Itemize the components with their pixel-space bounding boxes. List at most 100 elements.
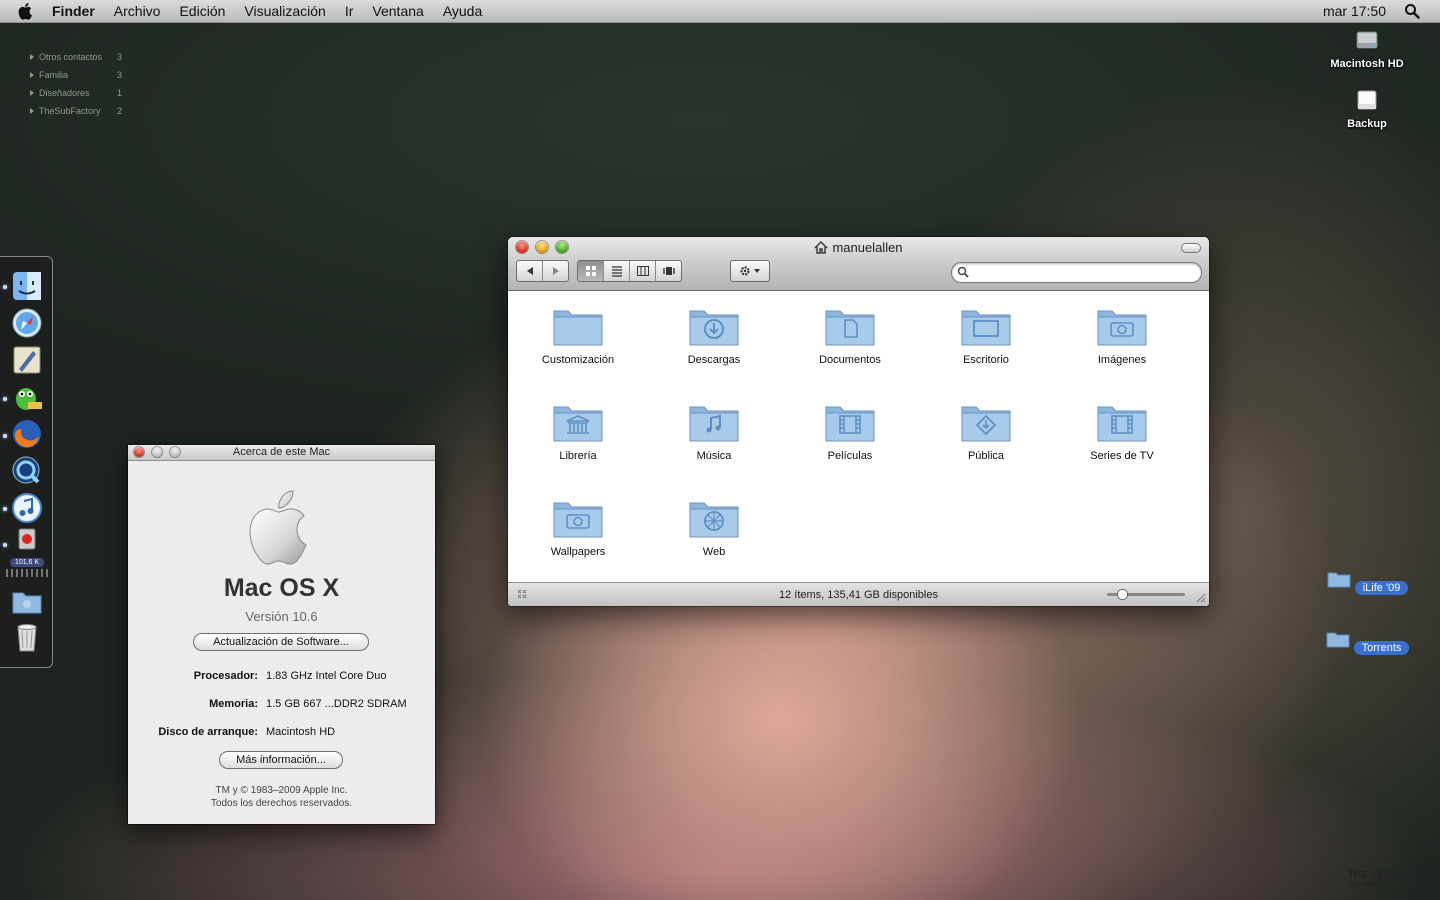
folder-icon [1327, 572, 1351, 588]
running-indicator [3, 434, 7, 438]
apple-menu-icon[interactable] [18, 2, 38, 20]
contact-group[interactable]: Otros contactos 3 [30, 48, 127, 66]
menu-ventana[interactable]: Ventana [372, 3, 423, 19]
copyright: TM y © 1983–2009 Apple Inc. Todos los de… [210, 785, 353, 809]
disclosure-arrow-icon [30, 90, 34, 96]
status-text: 12 ítems, 135,41 GB disponibles [779, 588, 938, 601]
finder-icon[interactable] [10, 269, 44, 303]
menu-edicion[interactable]: Edición [179, 3, 225, 19]
menu-ir[interactable]: Ir [345, 3, 354, 19]
toolbar-toggle-button[interactable] [1181, 243, 1201, 253]
external-drive-icon [1357, 90, 1377, 110]
folder-icon [553, 310, 603, 346]
finder-toolbar: manuelallen [508, 237, 1209, 291]
folder-item[interactable]: Wallpapers [510, 495, 646, 558]
coverflow-icon [662, 267, 675, 275]
apple-logo-icon [249, 490, 307, 565]
contact-group[interactable]: Diseñadores 1 [30, 84, 127, 102]
folder-item[interactable]: Series de TV [1054, 399, 1190, 462]
search-field[interactable] [951, 262, 1202, 283]
icon-view-button[interactable] [578, 261, 604, 281]
folder-icon [961, 310, 1011, 346]
safari-icon[interactable] [10, 306, 44, 340]
folder-icon [553, 406, 603, 442]
coverflow-view-button[interactable] [656, 261, 681, 281]
dock: 101,6 K [0, 256, 53, 668]
list-view-icon [611, 266, 622, 277]
folder-item[interactable]: Pública [918, 399, 1054, 462]
finder-content: Customización Descargas Documentos Escritor… [508, 291, 1209, 581]
contacts-widget: Otros contactos 3 Familia 3 Diseñadores 1 T… [30, 48, 127, 120]
transmission-icon[interactable]: 101,6 K [10, 527, 44, 567]
folder-icon [825, 406, 875, 442]
zoom-button[interactable] [170, 447, 180, 457]
disclosure-arrow-icon [30, 108, 34, 114]
software-update-button[interactable]: Actualización de Software... [193, 633, 369, 651]
running-indicator [3, 397, 7, 401]
column-view-button[interactable] [630, 261, 656, 281]
folder-item[interactable]: Música [646, 399, 782, 462]
menubar-clock[interactable]: mar 17:50 [1323, 3, 1386, 19]
desktop-ilife-folder[interactable]: iLife '09 [1317, 569, 1417, 595]
folder-item[interactable]: Imágenes [1054, 303, 1190, 366]
folder-item[interactable]: Documentos [782, 303, 918, 366]
search-input[interactable] [974, 264, 1198, 281]
desktop-backup[interactable]: Backup [1317, 87, 1417, 130]
trash-icon[interactable] [10, 620, 44, 654]
desktop-macintosh-hd[interactable]: Macintosh HD [1317, 27, 1417, 70]
processor-row: Procesador: 1.83 GHz Intel Core Duo [193, 670, 387, 682]
contact-group[interactable]: TheSubFactory 2 [30, 102, 127, 120]
folder-icon [689, 502, 739, 538]
quicktime-icon[interactable] [10, 454, 44, 488]
forward-button[interactable] [543, 261, 568, 281]
folder-item[interactable]: Librería [510, 399, 646, 462]
adium-icon[interactable] [10, 380, 44, 414]
action-menu-button[interactable] [730, 260, 770, 282]
menu-finder[interactable]: Finder [52, 3, 95, 19]
mail-icon[interactable] [10, 343, 44, 377]
firefox-icon[interactable] [10, 417, 44, 451]
menu-archivo[interactable]: Archivo [114, 3, 161, 19]
folder-item[interactable]: Descargas [646, 303, 782, 366]
folder-item[interactable]: Web [646, 495, 782, 558]
view-mode-control [577, 260, 682, 282]
spotlight-icon[interactable] [1404, 3, 1420, 19]
running-indicator [3, 543, 7, 547]
folder-icon [961, 406, 1011, 442]
more-info-button[interactable]: Más información... [219, 751, 343, 769]
folder-icon [689, 406, 739, 442]
itunes-icon[interactable] [10, 491, 44, 525]
folder-item[interactable]: Escritorio [918, 303, 1054, 366]
folder-icon [825, 310, 875, 346]
column-view-icon [636, 266, 649, 276]
icon-size-slider-knob[interactable] [1117, 589, 1128, 600]
running-indicator [3, 507, 7, 511]
about-titlebar: Acerca de este Mac [128, 445, 435, 461]
sidebar-toggle-icon[interactable] [516, 588, 528, 600]
folder-stack-icon[interactable] [10, 584, 44, 618]
os-version: Versión 10.6 [245, 609, 318, 624]
hard-drive-icon [1356, 31, 1378, 49]
desktop-torrents-folder[interactable]: Torrents [1317, 629, 1417, 655]
folder-icon [1097, 406, 1147, 442]
window-controls [134, 447, 188, 457]
back-arrow-icon [526, 267, 533, 275]
close-button[interactable] [134, 447, 144, 457]
folder-icon [1326, 632, 1350, 648]
back-button[interactable] [517, 261, 543, 281]
list-view-button[interactable] [604, 261, 630, 281]
folder-item[interactable]: Customización [510, 303, 646, 366]
os-name: Mac OS X [223, 574, 340, 602]
about-this-mac-window[interactable]: Acerca de este Mac Mac OS X Versión 10.6… [128, 445, 435, 824]
finder-window[interactable]: manuelallen Customización Descargas Docume… [508, 237, 1209, 606]
search-icon [957, 266, 969, 278]
resize-grip-icon[interactable] [1196, 593, 1206, 603]
menu-visualizacion[interactable]: Visualización [244, 3, 325, 19]
window-title: manuelallen [508, 240, 1209, 255]
menu-ayuda[interactable]: Ayuda [443, 3, 482, 19]
home-icon [814, 241, 828, 254]
folder-item[interactable]: Películas [782, 399, 918, 462]
contact-group[interactable]: Familia 3 [30, 66, 127, 84]
gear-icon [740, 266, 760, 276]
minimize-button[interactable] [152, 447, 162, 457]
